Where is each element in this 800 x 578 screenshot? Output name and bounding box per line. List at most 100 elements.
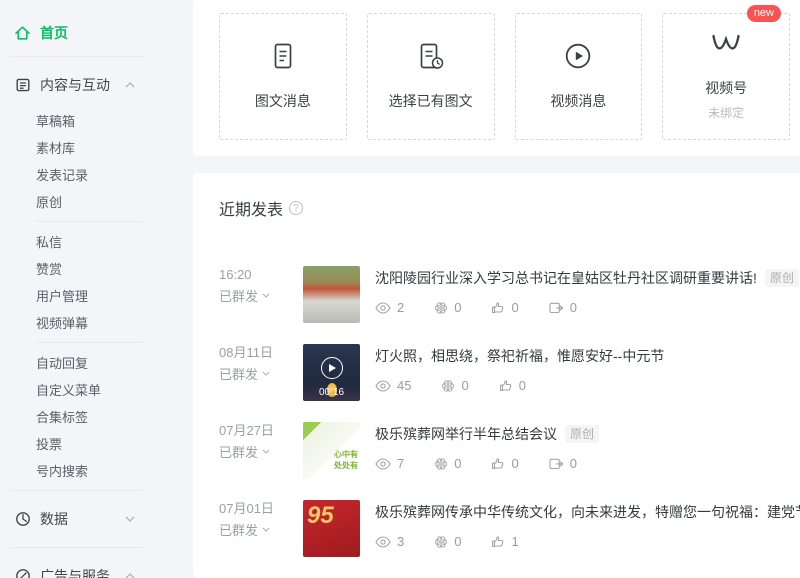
eye-icon: [375, 458, 391, 470]
recent-posts-title: 近期发表: [219, 196, 283, 220]
post-row: 07月27日 已群发 心中有 处处有 极: [219, 422, 800, 479]
post-title-link[interactable]: 极乐殡葬网传承中华传统文化，向未来进发，特赠您一句祝福：建党节快乐!: [375, 502, 800, 522]
wow-count: 0: [454, 534, 461, 549]
share-icon: [549, 301, 564, 314]
sidebar-group-ads-services[interactable]: 广告与服务: [0, 554, 193, 578]
sidebar-item-custom-menu[interactable]: 自定义菜单: [0, 376, 193, 403]
post-status-dropdown[interactable]: 已群发: [219, 442, 303, 461]
sidebar-item-label: 草稿箱: [36, 111, 75, 130]
create-card-label: 选择已有图文: [389, 91, 473, 111]
sidebar-item-label: 号内搜索: [36, 461, 88, 480]
shares-count: 0: [570, 456, 577, 471]
wechat-mp-dashboard: 首页 内容与互动 草稿箱 素材库 发表记录 原创 私信 赞赏 用户管理 视频弹幕…: [0, 0, 800, 578]
channels-unbound-status: 未绑定: [708, 104, 744, 121]
sidebar-item-publish-records[interactable]: 发表记录: [0, 161, 193, 188]
sidebar-item-private-messages[interactable]: 私信: [0, 228, 193, 255]
sidebar-item-label: 首页: [40, 23, 68, 43]
sidebar-item-collection-tags[interactable]: 合集标签: [0, 403, 193, 430]
video-play-icon: [564, 42, 592, 75]
wow-count: 0: [461, 378, 468, 393]
create-video-card[interactable]: 视频消息: [515, 13, 643, 140]
wow-stat: 0: [434, 534, 461, 549]
chevron-up-icon: [125, 82, 135, 88]
sidebar-item-label: 自动回复: [36, 353, 88, 372]
eye-icon: [375, 536, 391, 548]
wow-stat: 0: [441, 378, 468, 393]
chevron-down-icon: [262, 371, 270, 376]
post-thumbnail-video[interactable]: 00:16: [303, 344, 360, 401]
chevron-down-icon: [262, 293, 270, 298]
sidebar-item-vote[interactable]: 投票: [0, 430, 193, 457]
channels-card[interactable]: new 视频号 未绑定: [662, 13, 790, 140]
thumbs-up-icon: [491, 535, 505, 548]
post-status-dropdown[interactable]: 已群发: [219, 286, 303, 305]
post-status-dropdown[interactable]: 已群发: [219, 520, 303, 539]
choose-existing-article-card[interactable]: 选择已有图文: [367, 13, 495, 140]
shares-stat: 0: [549, 300, 577, 315]
wow-count: 0: [454, 456, 461, 471]
shares-count: 0: [570, 300, 577, 315]
sidebar-item-auto-reply[interactable]: 自动回复: [0, 349, 193, 376]
post-status-label: 已群发: [219, 442, 258, 461]
sidebar-group-content[interactable]: 内容与互动: [0, 63, 193, 107]
create-card-label: 图文消息: [255, 91, 311, 111]
post-status-dropdown[interactable]: 已群发: [219, 364, 303, 383]
sidebar-item-user-management[interactable]: 用户管理: [0, 282, 193, 309]
post-title-link[interactable]: 沈阳陵园行业深入学习总书记在皇姑区牡丹社区调研重要讲话!: [375, 268, 757, 288]
thumbs-up-icon: [491, 301, 505, 314]
post-title-link[interactable]: 灯火照，相思绕，祭祀祈福，惟愿安好--中元节: [375, 346, 664, 366]
views-stat: 3: [375, 534, 404, 549]
sidebar-item-in-account-search[interactable]: 号内搜索: [0, 457, 193, 484]
views-count: 3: [397, 534, 404, 549]
sidebar-item-appreciation[interactable]: 赞赏: [0, 255, 193, 282]
sidebar-item-original[interactable]: 原创: [0, 188, 193, 215]
sidebar-item-media-library[interactable]: 素材库: [0, 134, 193, 161]
post-time: 08月11日: [219, 344, 303, 361]
post-row: 07月01日 已群发 95 极乐殡葬网传承中华传统文化，向未来进发，特赠您一句祝…: [219, 500, 800, 557]
help-icon[interactable]: ?: [289, 201, 303, 215]
likes-stat: 1: [491, 534, 518, 549]
wow-flower-icon: [441, 379, 455, 393]
sidebar-item-label: 自定义菜单: [36, 380, 101, 399]
wow-stat: 0: [434, 300, 461, 315]
create-article-card[interactable]: 图文消息: [219, 13, 347, 140]
sidebar-item-label: 投票: [36, 434, 62, 453]
post-title-link[interactable]: 极乐殡葬网举行半年总结会议: [375, 424, 557, 444]
sidebar-group-label: 内容与互动: [40, 75, 110, 95]
post-list: 16:20 已群发 沈阳陵园行业深入学习总书记在皇姑区牡丹社区调研重要讲话! 原…: [219, 266, 800, 557]
recent-posts-panel: 近期发表 ? 16:20 已群发 沈阳陵: [193, 173, 800, 578]
compass-icon: [14, 568, 31, 578]
post-status-label: 已群发: [219, 286, 258, 305]
article-icon: [271, 43, 295, 75]
chevron-down-icon: [125, 516, 135, 522]
video-duration: 00:16: [303, 387, 360, 398]
likes-count: 1: [511, 534, 518, 549]
eye-icon: [375, 380, 391, 392]
likes-count: 0: [519, 378, 526, 393]
post-status-label: 已群发: [219, 364, 258, 383]
sidebar-group-data[interactable]: 数据: [0, 497, 193, 541]
sidebar-item-label: 用户管理: [36, 286, 88, 305]
thumbs-up-icon: [491, 457, 505, 470]
chevron-up-icon: [125, 573, 135, 578]
post-row: 08月11日 已群发 00:16 灯火照，相思绕，祭祀祈福，惟愿安好--: [219, 344, 800, 401]
article-list-icon: [14, 77, 31, 93]
post-time: 16:20: [219, 266, 303, 283]
new-badge: new: [747, 5, 781, 22]
sidebar-item-drafts[interactable]: 草稿箱: [0, 107, 193, 134]
sidebar-group-label: 广告与服务: [40, 566, 110, 578]
post-thumbnail[interactable]: 心中有 处处有: [303, 422, 360, 479]
likes-count: 0: [511, 300, 518, 315]
original-badge: 原创: [565, 425, 599, 443]
post-time: 07月01日: [219, 500, 303, 517]
views-count: 45: [397, 378, 411, 393]
likes-count: 0: [511, 456, 518, 471]
eye-icon: [375, 302, 391, 314]
sidebar-item-label: 合集标签: [36, 407, 88, 426]
sidebar-item-video-danmaku[interactable]: 视频弹幕: [0, 309, 193, 336]
wow-flower-icon: [434, 457, 448, 471]
post-thumbnail[interactable]: [303, 266, 360, 323]
sidebar-item-home[interactable]: 首页: [0, 16, 193, 50]
home-icon: [14, 25, 31, 41]
post-thumbnail[interactable]: 95: [303, 500, 360, 557]
